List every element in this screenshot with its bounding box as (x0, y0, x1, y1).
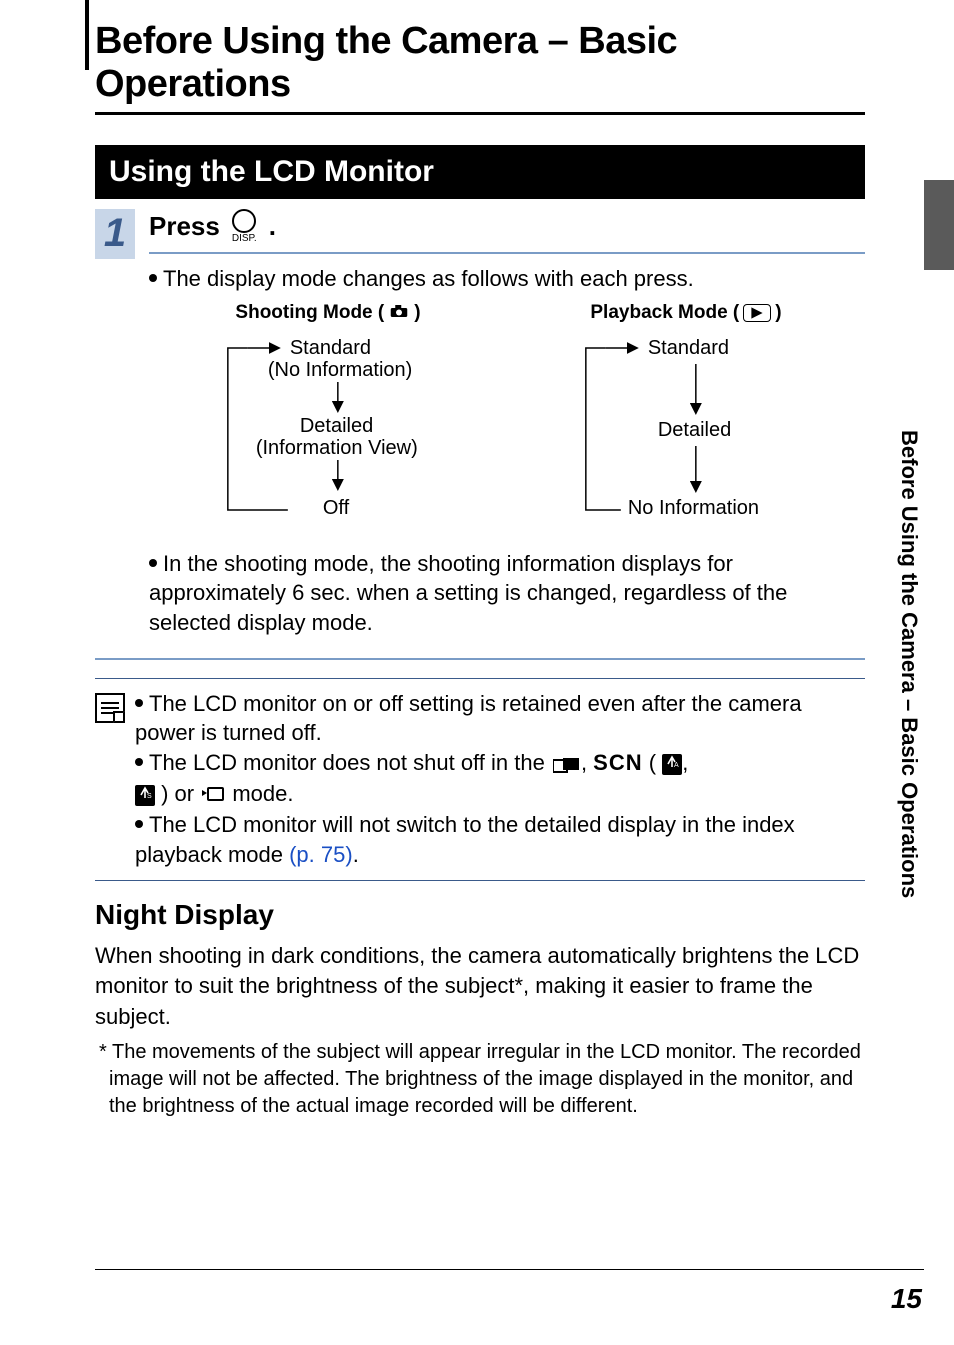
night-display-footnote: * The movements of the subject will appe… (95, 1039, 865, 1120)
footer-rule (95, 1269, 924, 1271)
shoot-detailed: Detailed (300, 415, 373, 437)
shooting-mode-column: Shooting Mode ( ) (156, 302, 500, 535)
stitch-assist-icon (553, 749, 579, 779)
playback-flow: Standard Detailed No Information (514, 330, 858, 530)
notes-box: The LCD monitor on or off setting is ret… (95, 678, 865, 881)
note-2-paren: ( (643, 750, 663, 775)
bullet-1-text: The display mode changes as follows with… (163, 266, 694, 291)
iso-auto-icon: A (662, 754, 682, 775)
night-display-para: When shooting in dark conditions, the ca… (95, 941, 865, 1033)
mode-diagram: Shooting Mode ( ) (149, 302, 865, 535)
note-2-or: ) or (155, 781, 200, 806)
playback-title-post: ) (775, 302, 781, 324)
svg-text:A: A (674, 762, 679, 769)
bullet-display-mode: The display mode changes as follows with… (149, 264, 865, 294)
page-content: Before Using the Camera – Basic Operatio… (95, 20, 865, 1120)
bullet-6sec: In the shooting mode, the shooting infor… (149, 549, 865, 638)
press-label: Press (149, 211, 220, 242)
note-2-sep1: , (581, 750, 593, 775)
chapter-title: Before Using the Camera – Basic Operatio… (95, 20, 865, 115)
side-label: Before Using the Camera – Basic Operatio… (896, 430, 922, 898)
note-2-mode: mode. (226, 781, 293, 806)
page-link-75[interactable]: (p. 75) (289, 842, 353, 867)
note-1-text: The LCD monitor on or off setting is ret… (135, 691, 802, 746)
night-display-heading: Night Display (95, 899, 865, 931)
step-instruction: Press DISP. . (149, 209, 865, 254)
section-heading: Using the LCD Monitor (95, 145, 865, 199)
iso-shift-icon: S (135, 785, 155, 806)
camera-icon (390, 302, 408, 324)
note-2-text-a: The LCD monitor does not shut off in the (149, 750, 551, 775)
step-number: 1 (95, 209, 135, 259)
note-3-period: . (353, 842, 359, 867)
bullet-2-text: In the shooting mode, the shooting infor… (149, 551, 787, 635)
step-1: 1 Press DISP. . The display mode changes… (95, 209, 865, 660)
svg-text:S: S (147, 793, 152, 800)
playback-icon (743, 304, 771, 322)
movie-icon (202, 781, 224, 811)
disp-caption: DISP. (232, 233, 257, 244)
play-detailed: Detailed (658, 419, 731, 441)
shooting-title-pre: Shooting Mode ( (235, 302, 384, 324)
page-number: 15 (891, 1283, 922, 1315)
shoot-off: Off (323, 497, 350, 519)
scn-label: SCN (593, 750, 642, 775)
note-1: The LCD monitor on or off setting is ret… (135, 689, 865, 748)
note-3: The LCD monitor will not switch to the d… (135, 810, 865, 869)
side-tab (924, 180, 954, 270)
note-icon (95, 693, 125, 723)
shooting-flow: Standard (No Information) Detailed (Info… (156, 330, 500, 530)
title-rule (85, 0, 89, 70)
play-standard: Standard (648, 337, 729, 359)
shoot-infoview: (Information View) (256, 437, 418, 459)
disp-button-icon: DISP. (232, 209, 257, 244)
play-noinfo: No Information (628, 497, 759, 519)
note-3-text: The LCD monitor will not switch to the d… (135, 812, 795, 867)
shooting-title-post: ) (414, 302, 420, 324)
playback-mode-column: Playback Mode ( ) Standard Detailed N (514, 302, 858, 535)
shoot-noinfo: (No Information) (268, 359, 413, 381)
playback-title-pre: Playback Mode ( (590, 302, 739, 324)
note-2: The LCD monitor does not shut off in the… (135, 748, 865, 810)
note-2-sep2: , (682, 750, 688, 775)
press-suffix: . (269, 211, 276, 242)
shoot-standard: Standard (290, 337, 371, 359)
